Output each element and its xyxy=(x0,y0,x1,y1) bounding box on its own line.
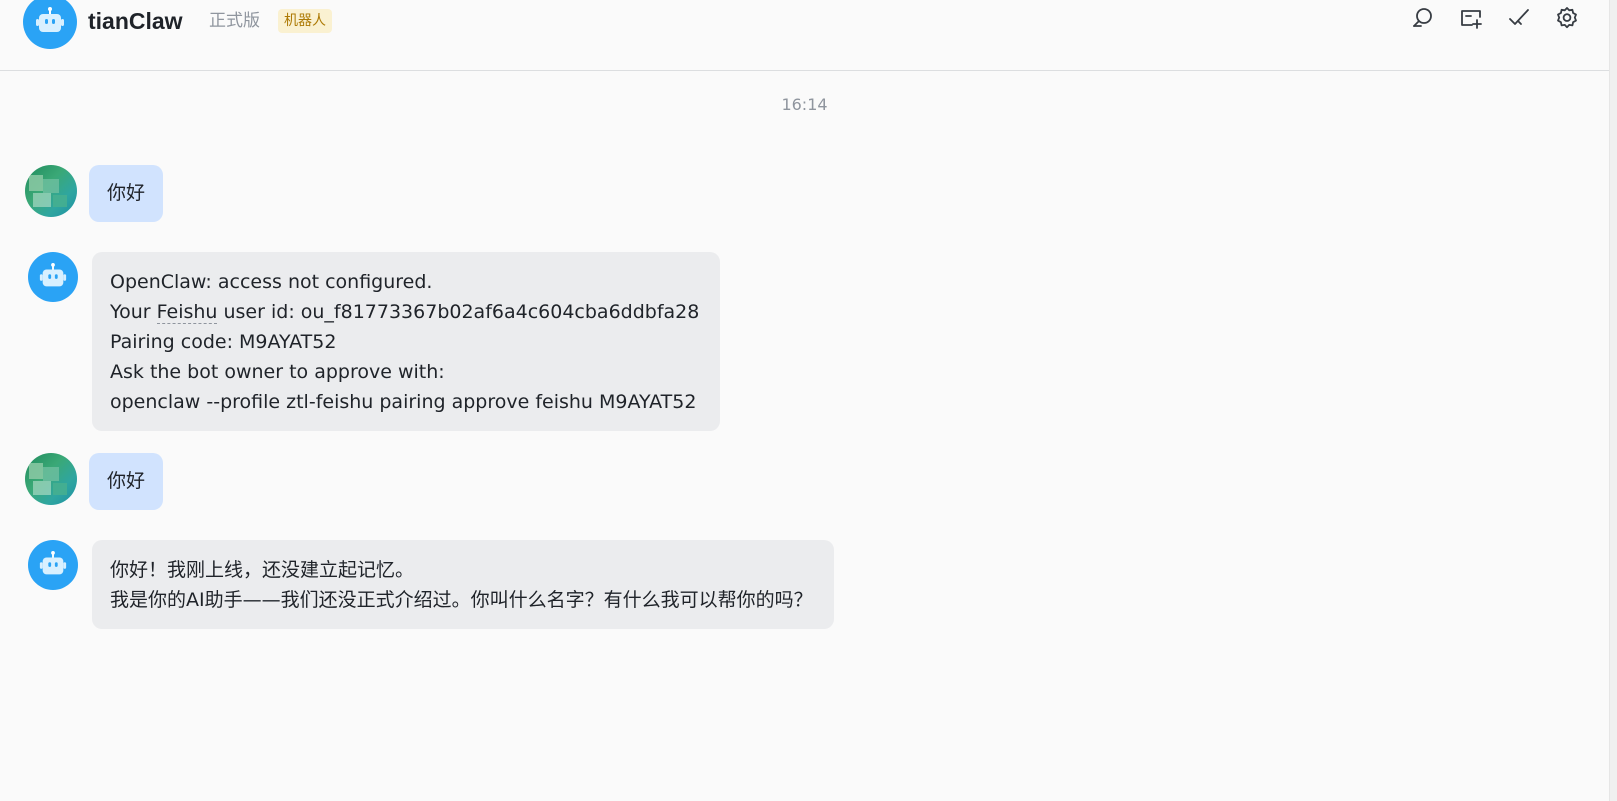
chat-window: tianClaw 正式版 机器人 16:14 你好 OpenClaw: acce… xyxy=(0,0,1609,801)
add-tab-button[interactable] xyxy=(1459,6,1483,30)
message-line: 我是你的AI助手——我们还没正式介绍过。你叫什么名字？有什么我可以帮你的吗？ xyxy=(110,589,813,611)
message-line: 你好！我刚上线，还没建立起记忆。 xyxy=(110,559,415,581)
message-line: Pairing code: M9AYAT52 xyxy=(110,331,337,353)
robot-icon xyxy=(39,550,67,575)
mark-done-icon xyxy=(1509,9,1529,25)
search-chat-button[interactable] xyxy=(1411,6,1435,30)
message-timestamp: 16:14 xyxy=(781,95,828,114)
message-row: OpenClaw: access not configured. Your Fei… xyxy=(25,252,721,431)
bot-avatar[interactable] xyxy=(28,252,78,302)
settings-gear-icon xyxy=(1557,7,1577,29)
bot-message-bubble[interactable]: 你好！我刚上线，还没建立起记忆。我是你的AI助手——我们还没正式介绍过。你叫什么… xyxy=(92,540,834,629)
chat-title[interactable]: tianClaw xyxy=(88,6,183,36)
message-line: Ask the bot owner to approve with: xyxy=(110,361,445,383)
robot-icon xyxy=(36,7,64,32)
add-tab-icon xyxy=(1461,10,1482,29)
edition-label: 正式版 xyxy=(209,11,260,31)
user-avatar[interactable] xyxy=(25,453,77,505)
message-line: OpenClaw: access not configured. xyxy=(110,271,433,293)
scrollbar[interactable] xyxy=(1609,0,1617,801)
user-message-bubble[interactable]: 你好 xyxy=(89,453,164,510)
message-text: user id: ou_f81773367b02af6a4c604cba6ddb… xyxy=(217,301,700,323)
bot-avatar[interactable] xyxy=(28,540,78,590)
mark-done-button[interactable] xyxy=(1507,6,1531,30)
feishu-term-link[interactable]: Feishu xyxy=(156,301,218,324)
bot-message-bubble[interactable]: OpenClaw: access not configured. Your Fei… xyxy=(92,252,721,431)
message-row: 你好 xyxy=(25,453,164,510)
user-avatar[interactable] xyxy=(25,165,77,217)
bot-avatar-header[interactable] xyxy=(23,0,77,49)
message-line: Your Feishu user id: ou_f81773367b02af6a… xyxy=(110,297,699,327)
message-line: openclaw --profile ztl-feishu pairing ap… xyxy=(110,391,697,413)
chat-header: tianClaw 正式版 机器人 xyxy=(0,0,1609,71)
settings-button[interactable] xyxy=(1555,6,1579,30)
message-row: 你好！我刚上线，还没建立起记忆。我是你的AI助手——我们还没正式介绍过。你叫什么… xyxy=(25,540,834,629)
user-message-bubble[interactable]: 你好 xyxy=(89,165,164,222)
message-row: 你好 xyxy=(25,165,164,222)
header-actions xyxy=(1411,6,1579,30)
robot-icon xyxy=(39,262,67,287)
search-chat-icon xyxy=(1413,8,1432,27)
message-text: Your xyxy=(110,301,157,323)
bot-badge: 机器人 xyxy=(278,9,332,33)
